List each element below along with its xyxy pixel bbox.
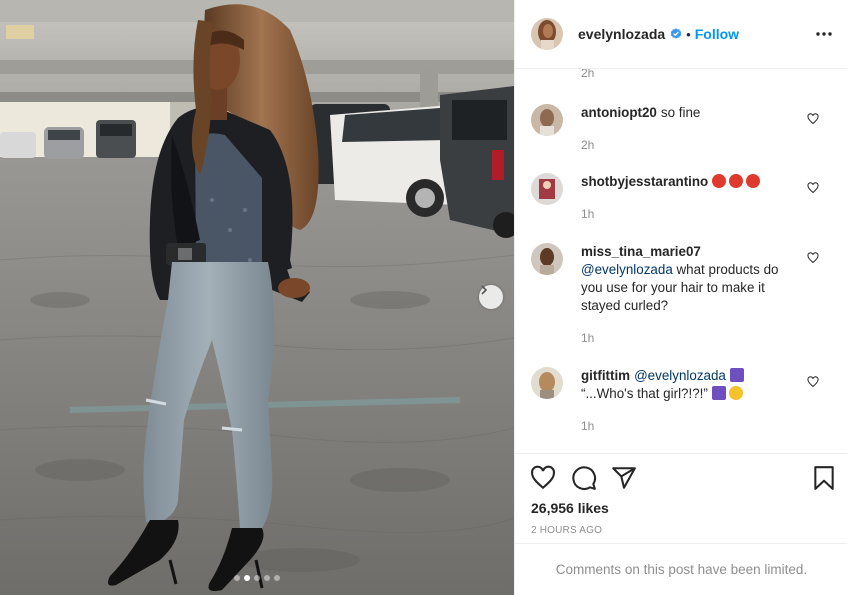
carousel-dot: [234, 575, 240, 581]
comment-timestamp[interactable]: 2h: [581, 138, 594, 152]
carousel-dots: [0, 575, 514, 581]
next-photo-button[interactable]: [479, 285, 503, 309]
comment-text: so fine: [660, 105, 701, 120]
author-avatar[interactable]: [531, 18, 563, 50]
carousel-dot: [274, 575, 280, 581]
comment-username[interactable]: shotbyjesstarantino: [581, 174, 708, 189]
music-notes-emoji-icon: [729, 368, 744, 382]
comment-timestamp[interactable]: 1h: [581, 419, 594, 433]
music-notes-emoji-icon: [711, 386, 726, 400]
comment-username[interactable]: gitfittim: [581, 368, 630, 383]
comment-avatar[interactable]: [531, 104, 563, 136]
comment-avatar[interactable]: [531, 173, 563, 205]
like-comment-heart-icon[interactable]: [807, 113, 819, 125]
share-icon[interactable]: [611, 465, 637, 491]
like-comment-heart-icon[interactable]: [807, 252, 819, 264]
bookmark-icon[interactable]: [811, 465, 837, 491]
carousel-dot: [264, 575, 270, 581]
comment-body: shotbyjesstarantino: [581, 173, 796, 191]
post-timestamp[interactable]: 2 HOURS AGO: [531, 525, 602, 536]
comment-icon[interactable]: [571, 465, 597, 491]
comment-username[interactable]: miss_tina_marie07: [581, 244, 701, 259]
like-comment-heart-icon[interactable]: [807, 376, 819, 388]
caption-timestamp: 2h: [581, 69, 595, 80]
comment-body: gitfittim @evelynlozada “...Who's that gi…: [581, 367, 796, 403]
winking-tongue-emoji-icon: [728, 386, 743, 400]
header-separator: •: [686, 26, 691, 42]
post-side-panel: evelynlozada • Follow 2h antoniopt20 so …: [514, 0, 847, 595]
comment-timestamp[interactable]: 1h: [581, 207, 594, 221]
comment-body: antoniopt20 so fine: [581, 104, 796, 122]
comment-text: “...Who's that girl?!?!”: [581, 386, 708, 401]
instagram-post: evelynlozada • Follow 2h antoniopt20 so …: [0, 0, 847, 595]
comment-timestamp[interactable]: 1h: [581, 331, 594, 345]
comment-username[interactable]: antoniopt20: [581, 105, 657, 120]
parking-garage-photo: [0, 0, 514, 595]
angry-face-emoji-icon: [712, 174, 727, 188]
comment-mention[interactable]: @evelynlozada: [581, 262, 673, 277]
comments-limited-notice: Comments on this post have been limited.: [515, 543, 847, 595]
post-actions: 26,956 likes 2 HOURS AGO: [515, 453, 847, 543]
angry-face-emoji-icon: [746, 174, 761, 188]
post-photo[interactable]: [0, 0, 514, 595]
verified-badge-icon: [670, 28, 682, 40]
angry-face-emoji-icon: [729, 174, 744, 188]
comment-avatar[interactable]: [531, 367, 563, 399]
carousel-dot-active: [244, 575, 250, 581]
more-options-icon[interactable]: [815, 24, 833, 44]
comment-body: miss_tina_marie07 @evelynlozada what prod…: [581, 243, 796, 315]
comments-list[interactable]: 2h antoniopt20 so fine 2h shotbyjesstara…: [515, 69, 847, 452]
comment-avatar[interactable]: [531, 243, 563, 275]
follow-button[interactable]: Follow: [695, 26, 739, 42]
post-header: evelynlozada • Follow: [515, 0, 847, 69]
likes-count[interactable]: 26,956 likes: [531, 500, 609, 516]
comment-mention[interactable]: @evelynlozada: [634, 368, 726, 383]
heart-icon[interactable]: [530, 465, 556, 491]
like-comment-heart-icon[interactable]: [807, 182, 819, 194]
author-username[interactable]: evelynlozada: [578, 26, 665, 42]
carousel-dot: [254, 575, 260, 581]
